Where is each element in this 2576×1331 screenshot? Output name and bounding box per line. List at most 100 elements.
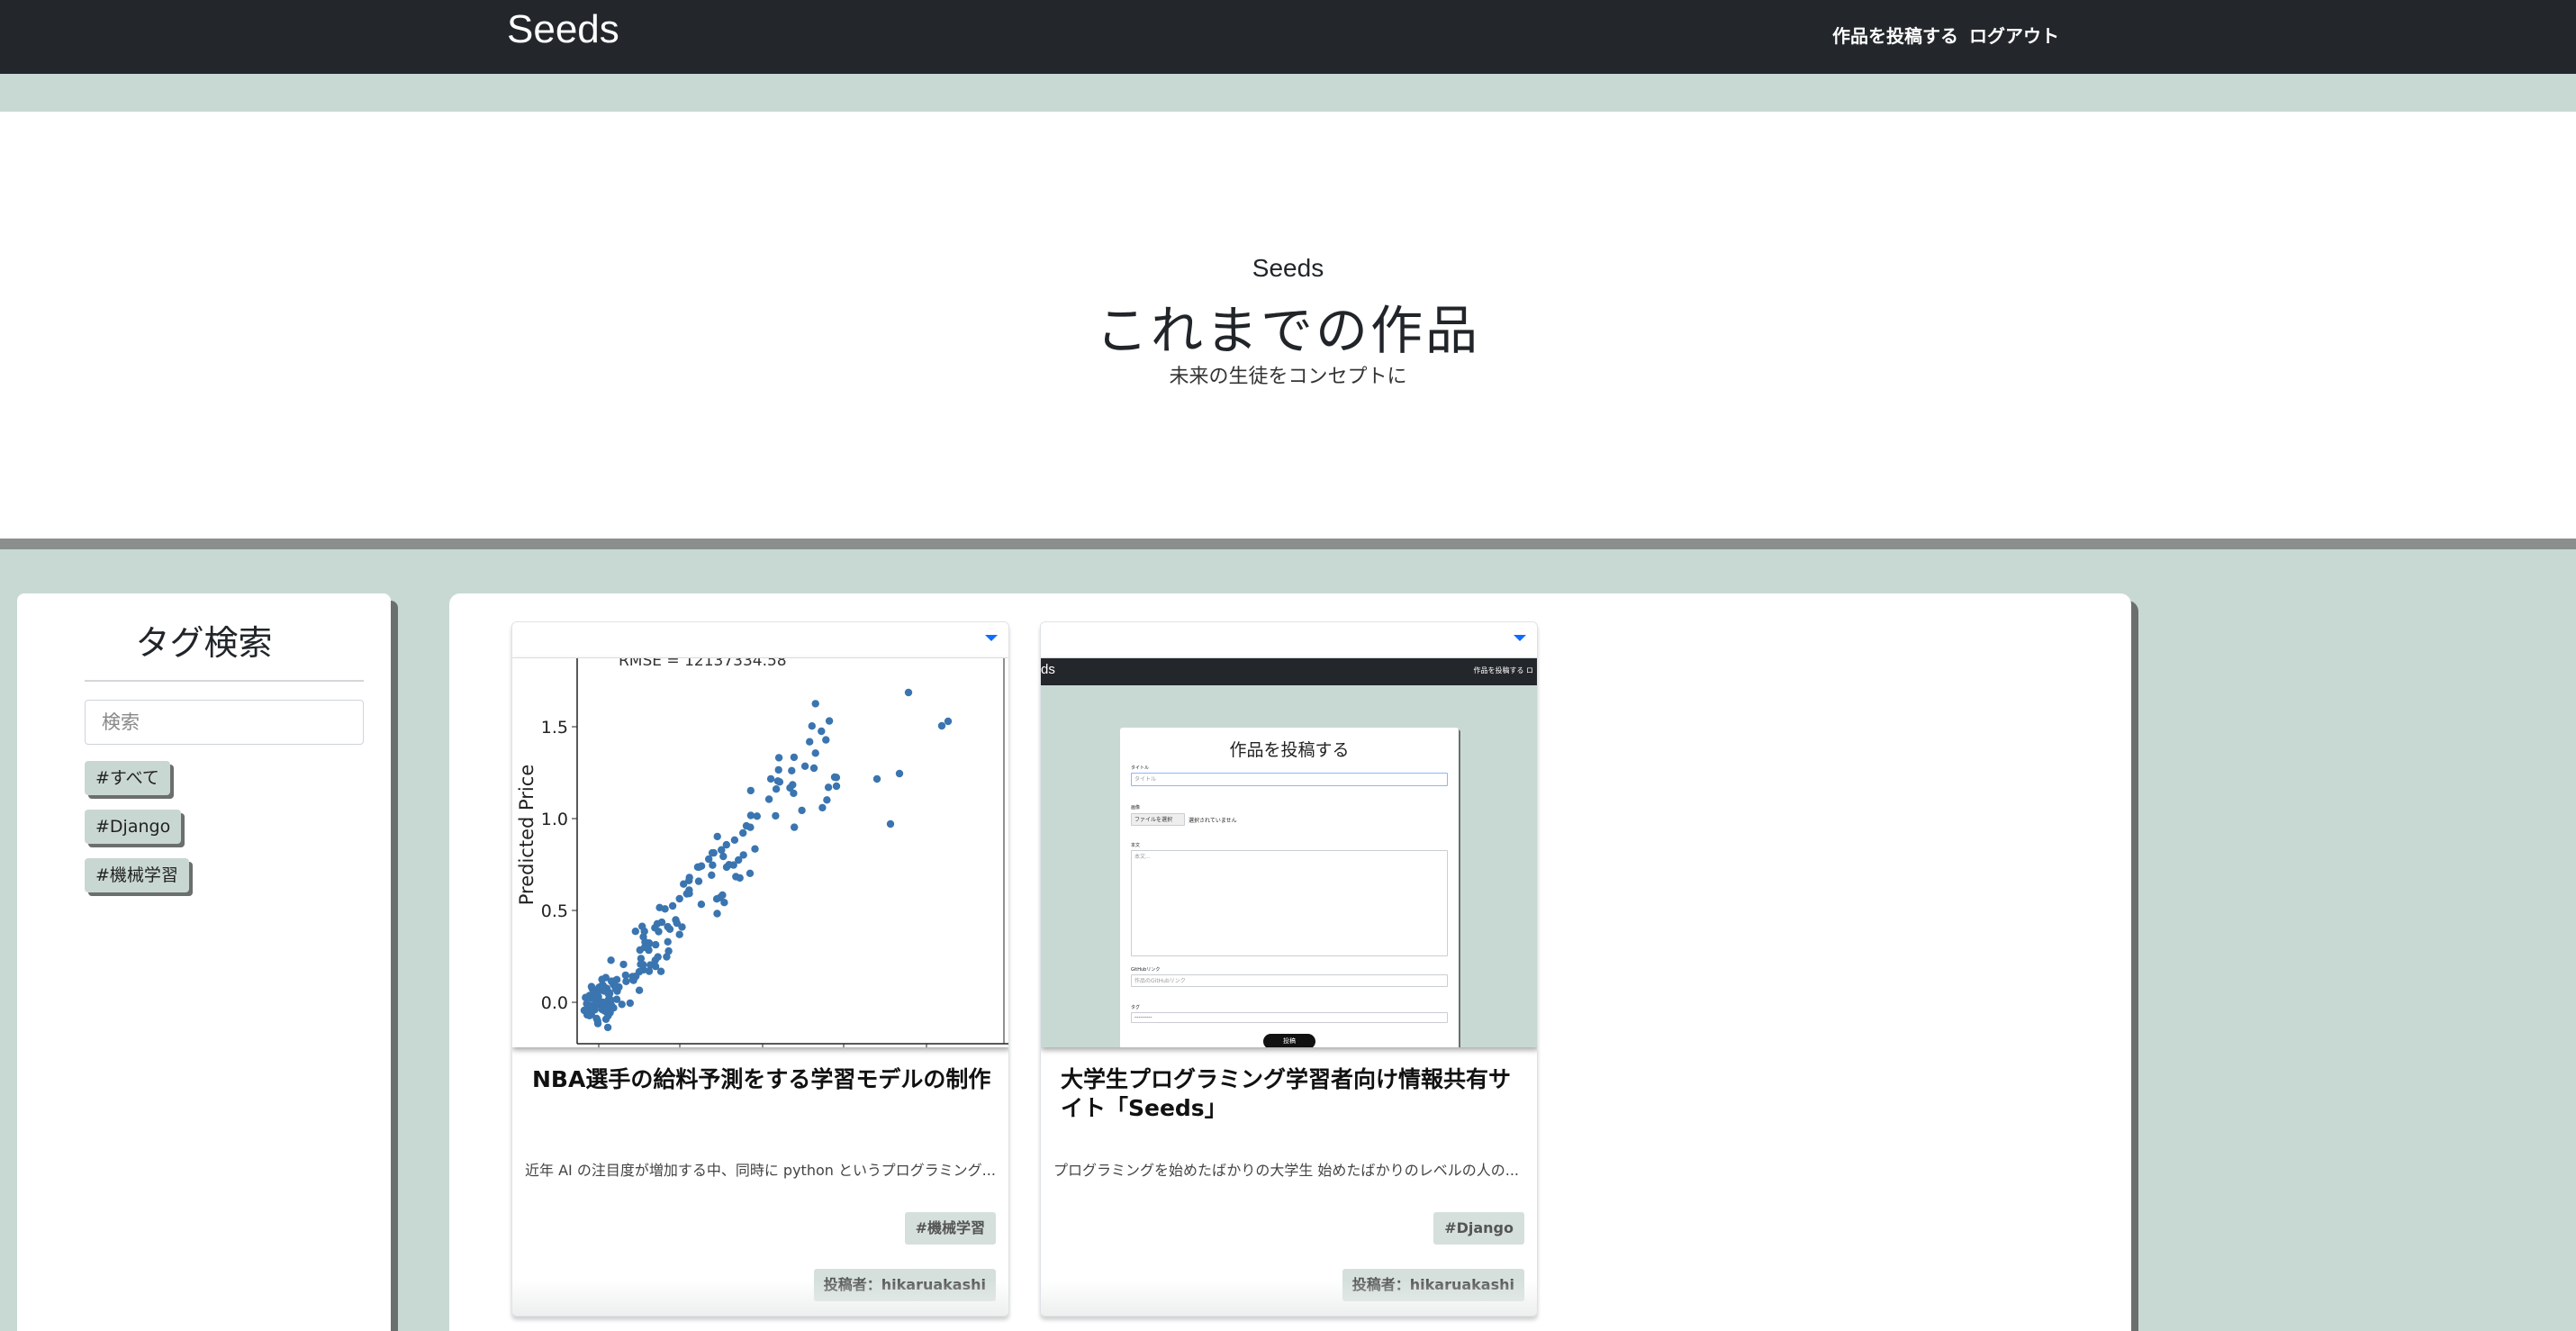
thumb-label-image: 画像 — [1131, 805, 1141, 810]
scatter-point — [655, 903, 664, 911]
thumb-github-input: 作品のGitHubリンク — [1131, 974, 1448, 987]
scatter-point — [886, 819, 895, 828]
tag-button-machine-learning[interactable]: #機械学習 — [85, 858, 189, 892]
card-title[interactable]: NBA選手の給料予測をする学習モデルの制作 — [532, 1065, 991, 1094]
scatter-point — [811, 700, 819, 708]
scatter-point — [824, 783, 833, 792]
nav-post-work-link[interactable]: 作品を投稿する — [1832, 22, 1958, 48]
scatter-point — [830, 773, 839, 782]
thumb-file-button: ファイルを選択 — [1131, 813, 1185, 826]
scatter-point — [631, 928, 639, 936]
scatter-point — [652, 940, 660, 949]
scatter-point — [788, 766, 796, 774]
scatter-point — [832, 782, 841, 791]
thumb-label-tag: タグ — [1131, 1005, 1141, 1010]
scatter-point — [583, 1010, 592, 1019]
scatter-point — [639, 961, 647, 969]
plot-ylabel: Predicted Price — [516, 765, 538, 906]
scatter-point — [713, 910, 721, 918]
scatter-point — [798, 806, 806, 815]
tag-button-django[interactable]: #Django — [85, 810, 182, 844]
scatter-point — [736, 874, 744, 883]
plot-caption: RMSE = 12137334.58 — [619, 658, 787, 670]
thumb-brand: ds — [1041, 662, 1055, 677]
work-card[interactable]: ds 作品を投稿する ロ 作品を投稿する タイトル タイトル 画像 ファイルを選… — [1040, 621, 1538, 1317]
card-author-badge: 投稿者：hikaruakashi — [813, 1269, 996, 1301]
thumb-label-body: 本文 — [1131, 843, 1141, 848]
hero-section: Seeds これまでの作品 未来の生徒をコンセプトに — [0, 112, 2576, 539]
scatter-point — [790, 753, 799, 762]
scatter-point — [791, 823, 799, 831]
y-tick-label: 1.5 — [541, 718, 568, 738]
scatter-point — [944, 717, 953, 726]
tag-button-all[interactable]: #すべて — [85, 761, 170, 795]
scatter-point — [657, 918, 666, 927]
thumb-background: 作品を投稿する タイトル タイトル 画像 ファイルを選択 選択されていません 本… — [1041, 685, 1537, 1047]
y-tick-label: 0.0 — [541, 993, 568, 1013]
caret-down-icon[interactable] — [985, 635, 998, 641]
scatter-point — [622, 977, 630, 985]
scatter-point — [773, 777, 782, 785]
scatter-point — [685, 876, 693, 884]
scatter-point — [772, 811, 780, 820]
thumb-title-input: タイトル — [1131, 773, 1448, 786]
scatter-point — [719, 852, 728, 861]
scatter-point — [730, 836, 739, 844]
scatter-point — [751, 845, 759, 853]
scatter-point — [822, 736, 830, 744]
scatter-point — [825, 717, 834, 725]
nav-logout-link[interactable]: ログアウト — [1969, 22, 2059, 48]
scatter-point — [673, 919, 681, 928]
scatter-point — [746, 786, 755, 795]
scatter-point — [774, 754, 783, 762]
thumb-send-button: 投稿 — [1263, 1034, 1315, 1047]
scatter-point — [774, 765, 782, 774]
scatter-point — [635, 986, 644, 994]
thumb-form-title: 作品を投稿する — [1229, 740, 1350, 760]
scatter-point — [675, 894, 683, 903]
scatter-point — [603, 1023, 612, 1032]
tag-search-sidebar: タグ検索 #すべて #Django #機械学習 — [17, 593, 391, 1331]
tag-search-input[interactable] — [85, 700, 364, 745]
thumb-nav-links: 作品を投稿する ロ — [1473, 666, 1533, 675]
scatter-point — [811, 749, 819, 757]
scatter-point — [638, 922, 646, 930]
scatter-point — [808, 722, 816, 730]
scatter-point — [818, 727, 826, 736]
scatter-point — [772, 785, 781, 793]
scatter-point — [713, 832, 721, 841]
navbar-brand[interactable]: Seeds — [507, 7, 619, 52]
work-card[interactable]: RMSE = 12137334.58 1.5 1.0 0.5 0.0 Predicte… — [511, 621, 1009, 1317]
scatter-point — [895, 769, 904, 778]
scatter-point — [632, 972, 640, 981]
works-panel: RMSE = 12137334.58 1.5 1.0 0.5 0.0 Predicte… — [449, 593, 2131, 1331]
hero-site-name: Seeds — [1252, 254, 1324, 282]
thumb-file-status: 選択されていません — [1189, 818, 1237, 824]
card-thumbnail[interactable]: RMSE = 12137334.58 1.5 1.0 0.5 0.0 Predicte… — [512, 658, 1008, 1047]
scatter-point — [937, 721, 946, 730]
card-tag-badge[interactable]: #Django — [1433, 1212, 1524, 1245]
card-tag-badge[interactable]: #機械学習 — [904, 1212, 996, 1245]
card-header — [1041, 622, 1537, 658]
scatter-point — [610, 982, 619, 990]
scatter-point — [742, 821, 751, 830]
scatter-point — [746, 869, 755, 877]
scatter-point — [739, 851, 747, 859]
scatter-point — [588, 984, 596, 992]
y-tick-label: 1.0 — [541, 810, 568, 829]
scatter-point — [602, 1006, 611, 1014]
card-thumbnail[interactable]: ds 作品を投稿する ロ 作品を投稿する タイトル タイトル 画像 ファイルを選… — [1041, 658, 1537, 1047]
card-title[interactable]: 大学生プログラミング学習者向け情報共有サイト「Seeds」 — [1061, 1065, 1520, 1123]
caret-down-icon[interactable] — [1514, 635, 1526, 641]
scatter-point — [697, 901, 706, 909]
thumb-tag-select: --------- — [1131, 1012, 1448, 1023]
scatter-point — [639, 933, 647, 941]
scatter-point — [712, 895, 721, 903]
scatter-point — [645, 967, 654, 975]
scatter-point — [651, 924, 659, 932]
sidebar-divider — [85, 680, 364, 682]
scatter-point — [664, 937, 672, 946]
card-author-badge: 投稿者：hikaruakashi — [1342, 1269, 1524, 1301]
scatter-point — [789, 781, 797, 789]
thumb-post-form: 作品を投稿する タイトル タイトル 画像 ファイルを選択 選択されていません 本… — [1120, 728, 1459, 1047]
